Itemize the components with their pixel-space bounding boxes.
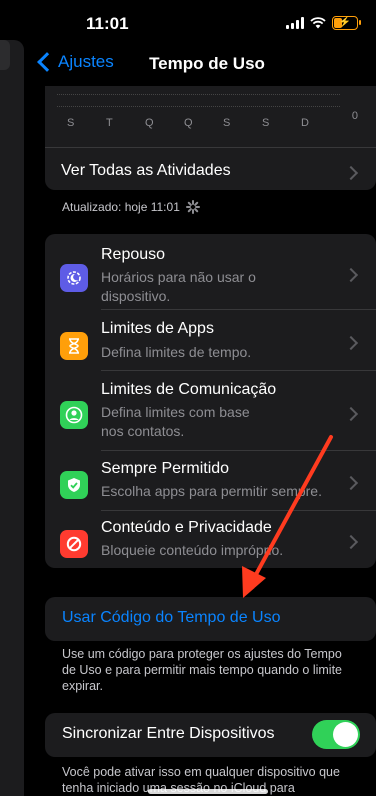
background-sheet-edge	[0, 40, 10, 70]
sync-toggle[interactable]	[312, 720, 360, 749]
menu-item-subtitle: Horários para não usar o dispositivo.	[101, 269, 256, 304]
updated-text: Atualizado: hoje 11:01	[62, 200, 180, 214]
hourglass-icon	[60, 332, 88, 360]
chart-day-label: S	[223, 117, 231, 129]
chevron-right-icon	[343, 267, 359, 283]
settings-menu-card: Repouso Horários para não usar o disposi…	[45, 234, 376, 568]
cellular-signal-icon	[286, 17, 304, 29]
chart-day-label: Q	[184, 117, 193, 129]
menu-item-title: Conteúdo e Privacidade	[101, 519, 272, 536]
no-entry-icon	[60, 530, 88, 558]
navigation-bar: Ajustes Tempo de Uso	[24, 42, 376, 86]
activity-chart-card: Ver Todas as Atividades	[45, 86, 376, 190]
page-title: Tempo de Uso	[149, 54, 265, 73]
menu-item-subtitle: Defina limites com base nos contatos.	[101, 404, 250, 439]
wifi-icon	[310, 17, 326, 29]
status-time: 11:01	[86, 14, 129, 33]
menu-item-title: Sempre Permitido	[101, 460, 230, 477]
menu-item-subtitle: Escolha apps para permitir sempre.	[101, 483, 322, 499]
menu-item-always-allowed[interactable]: Sempre Permitido Escolha apps para permi…	[45, 451, 376, 509]
person-circle-icon	[60, 401, 88, 429]
chart-day-label: D	[301, 117, 309, 129]
chevron-right-icon	[343, 534, 359, 550]
menu-item-title: Repouso	[101, 246, 166, 263]
home-indicator	[148, 789, 268, 794]
moon-timer-icon	[60, 264, 88, 292]
status-bar: 11:01 ⚡	[24, 0, 376, 42]
sync-label: Sincronizar Entre Dispositivos	[62, 725, 275, 742]
menu-item-communication-limits[interactable]: Limites de Comunicação Defina limites co…	[45, 371, 376, 447]
menu-item-app-limits[interactable]: Limites de Apps Defina limites de tempo.	[45, 310, 376, 368]
chart-day-label: S	[67, 117, 75, 129]
chart-day-label: T	[106, 117, 113, 129]
menu-item-title: Limites de Comunicação	[101, 381, 277, 398]
chart-baseline	[57, 106, 340, 108]
background-sheet	[0, 40, 24, 796]
menu-item-content-privacy[interactable]: Conteúdo e Privacidade Bloqueie conteúdo…	[45, 511, 376, 568]
chart-day-label: S	[262, 117, 270, 129]
passcode-description: Use um código para proteger os ajustes d…	[62, 647, 342, 693]
menu-item-downtime[interactable]: Repouso Horários para não usar o disposi…	[45, 234, 376, 308]
chevron-right-icon	[343, 335, 359, 351]
status-icons: ⚡	[286, 16, 361, 30]
divider	[45, 147, 376, 148]
checkmark-shield-icon	[60, 471, 88, 499]
menu-item-subtitle: Bloqueie conteúdo impróprio.	[101, 542, 284, 558]
updated-status: Atualizado: hoje 11:01	[62, 200, 200, 214]
use-passcode-button[interactable]: Usar Código do Tempo de Uso	[62, 609, 281, 627]
chart-gridline	[57, 94, 340, 96]
battery-charging-icon: ⚡	[332, 16, 361, 30]
menu-item-title: Limites de Apps	[101, 320, 214, 337]
sync-card: Sincronizar Entre Dispositivos	[45, 713, 376, 757]
chevron-right-icon	[343, 406, 359, 422]
chart-day-label: Q	[145, 117, 154, 129]
chart-day-labels: S T Q Q S S D	[67, 117, 356, 129]
toggle-knob	[333, 722, 358, 747]
menu-item-subtitle: Defina limites de tempo.	[101, 344, 252, 360]
see-all-activities-button[interactable]: Ver Todas as Atividades	[61, 162, 360, 180]
chevron-right-icon	[343, 475, 359, 491]
loading-spinner-icon	[185, 200, 200, 214]
passcode-card: Usar Código do Tempo de Uso	[45, 597, 376, 641]
